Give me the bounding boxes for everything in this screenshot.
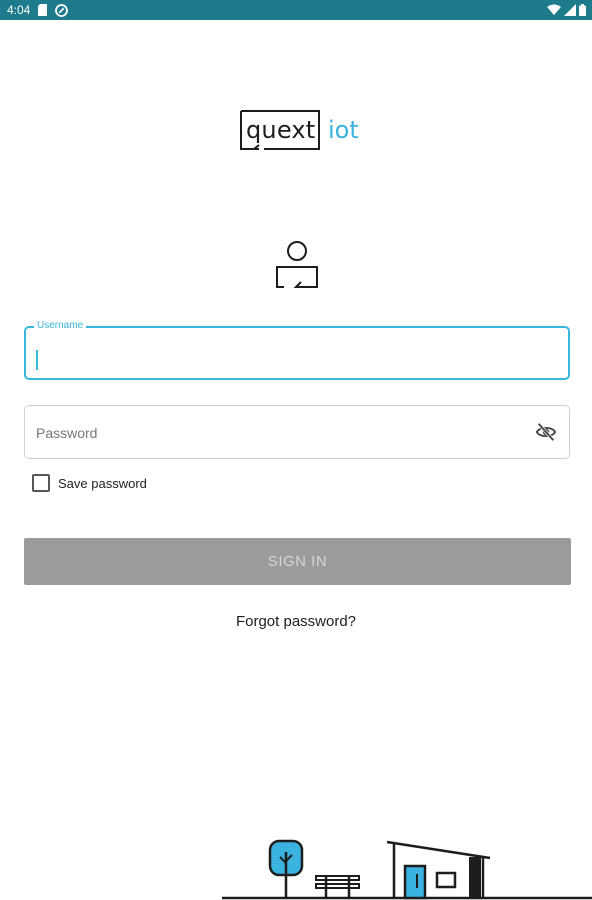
save-password-label[interactable]: Save password (58, 476, 147, 491)
user-icon (276, 241, 318, 288)
tree-icon (268, 839, 304, 898)
status-right (547, 4, 586, 16)
logo-word: quext (246, 116, 316, 144)
battery-icon (579, 4, 586, 16)
forgot-password-link[interactable]: Forgot password? (0, 613, 592, 630)
username-input[interactable] (36, 340, 546, 366)
status-left: 4:04 (7, 3, 69, 17)
sign-in-button[interactable]: SIGN IN (24, 538, 571, 585)
username-label: Username (34, 320, 87, 332)
status-time: 4:04 (7, 3, 31, 17)
status-bar: 4:04 (0, 0, 592, 20)
sd-card-icon (38, 4, 48, 16)
save-password-row[interactable]: Save password (32, 474, 147, 492)
save-password-checkbox[interactable] (32, 474, 50, 492)
neighborhood-illustration (222, 839, 592, 900)
wifi-icon (547, 4, 561, 15)
do-not-disturb-icon (55, 3, 69, 17)
username-field[interactable]: Username (24, 320, 570, 380)
house-icon (386, 840, 491, 900)
password-field[interactable] (24, 405, 570, 459)
password-input[interactable] (36, 420, 516, 446)
cell-signal-icon (564, 4, 576, 16)
bench-icon (315, 875, 360, 898)
logo-suffix: iot (328, 116, 359, 144)
text-caret (36, 350, 38, 370)
quext-iot-logo: quext iot (240, 110, 360, 154)
visibility-off-icon[interactable] (535, 421, 557, 443)
